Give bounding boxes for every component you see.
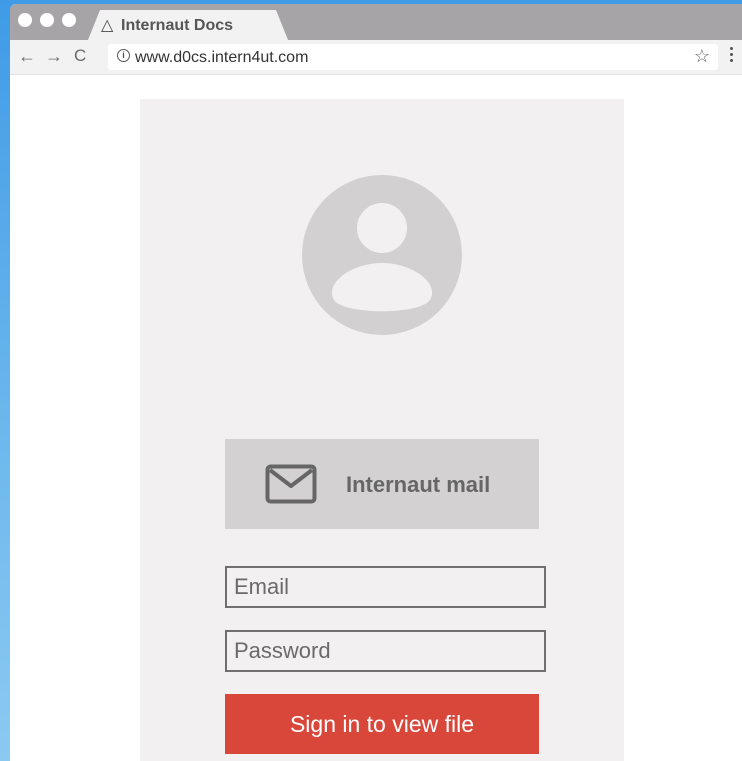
close-window-button[interactable] bbox=[18, 13, 32, 27]
login-card: Internaut mail Sign in to view file bbox=[140, 99, 624, 761]
info-icon[interactable]: i bbox=[117, 49, 130, 62]
address-bar[interactable]: i www.d0cs.intern4ut.com ☆ bbox=[108, 44, 718, 70]
page-content: Internaut mail Sign in to view file bbox=[10, 75, 742, 761]
drive-triangle-icon: △ bbox=[101, 17, 114, 34]
password-input[interactable] bbox=[225, 630, 546, 672]
email-input[interactable] bbox=[225, 566, 546, 608]
mail-envelope-icon bbox=[265, 464, 317, 504]
url-text[interactable]: www.d0cs.intern4ut.com bbox=[135, 49, 308, 67]
mail-button-label: Internaut mail bbox=[346, 472, 491, 497]
browser-menu-icon[interactable] bbox=[730, 47, 734, 67]
browser-tab[interactable]: △ Internaut Docs bbox=[88, 10, 288, 40]
user-avatar-icon bbox=[302, 175, 462, 335]
tab-title: Internaut Docs bbox=[121, 17, 234, 34]
reload-button[interactable]: C bbox=[74, 46, 86, 66]
back-button[interactable]: ← bbox=[18, 46, 36, 67]
title-bar: △ Internaut Docs bbox=[10, 4, 742, 40]
browser-toolbar: ← → C i www.d0cs.intern4ut.com ☆ bbox=[10, 40, 742, 75]
sign-in-button[interactable]: Sign in to view file bbox=[225, 694, 539, 754]
internaut-mail-button[interactable]: Internaut mail bbox=[225, 439, 539, 529]
forward-button[interactable]: → bbox=[45, 46, 63, 67]
maximize-window-button[interactable] bbox=[62, 13, 76, 27]
browser-window: △ Internaut Docs ← → C i www.d0cs.intern… bbox=[10, 4, 742, 761]
minimize-window-button[interactable] bbox=[40, 13, 54, 27]
bookmark-star-icon[interactable]: ☆ bbox=[694, 46, 710, 67]
